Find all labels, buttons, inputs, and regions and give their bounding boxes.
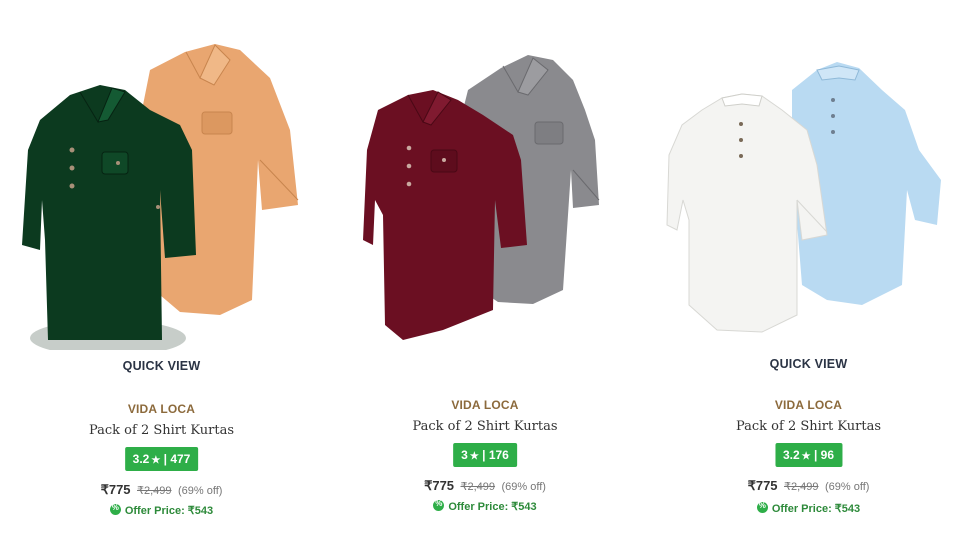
rating-badge: 3 ★ | 176	[453, 443, 517, 467]
product-name[interactable]: Pack of 2 Shirt Kurtas	[647, 419, 970, 434]
mrp-price: ₹2,499	[784, 481, 819, 493]
selling-price: ₹775	[424, 478, 455, 493]
price-line: ₹775 ₹2,499 (69% off)	[0, 481, 323, 499]
product-image-shirts	[666, 62, 941, 333]
product-image-shirts	[363, 55, 600, 340]
rating-value: 3.2	[132, 452, 150, 466]
product-card[interactable]: QUICK VIEW VIDA LOCA Pack of 2 Shirt Kur…	[647, 0, 970, 543]
offer-price: Offer Price: ₹543	[0, 503, 323, 517]
quick-view-button[interactable]: QUICK VIEW	[0, 359, 323, 373]
product-grid: QUICK VIEW VIDA LOCA Pack of 2 Shirt Kur…	[0, 0, 970, 543]
product-name[interactable]: Pack of 2 Shirt Kurtas	[0, 423, 323, 438]
selling-price: ₹775	[747, 478, 778, 493]
offer-badge-icon	[433, 499, 445, 511]
mrp-price: ₹2,499	[137, 485, 172, 497]
mrp-price: ₹2,499	[460, 481, 496, 493]
offer-price-text: Offer Price: ₹543	[448, 501, 537, 513]
offer-price-text: Offer Price: ₹543	[124, 505, 214, 517]
product-image[interactable]	[0, 0, 323, 350]
product-name[interactable]: Pack of 2 Shirt Kurtas	[323, 419, 647, 434]
rating-value: 3	[461, 448, 468, 462]
offer-badge-icon	[109, 503, 121, 515]
product-image[interactable]	[647, 0, 970, 350]
product-card[interactable]: VIDA LOCA Pack of 2 Shirt Kurtas 3 ★ | 17…	[323, 0, 647, 543]
product-image-shirts	[22, 44, 299, 350]
brand-name: VIDA LOCA	[451, 398, 519, 412]
price-line: ₹775 ₹2,499 (69% off)	[647, 477, 970, 495]
rating-count: 96	[820, 448, 835, 462]
offer-price: Offer Price: ₹543	[647, 501, 970, 515]
product-image[interactable]	[323, 0, 647, 350]
rating-value: 3.2	[782, 448, 800, 462]
discount-percent: (69% off)	[501, 481, 546, 493]
rating-count: 477	[170, 452, 191, 466]
product-card[interactable]: QUICK VIEW VIDA LOCA Pack of 2 Shirt Kur…	[0, 0, 323, 543]
quick-view-button[interactable]: QUICK VIEW	[647, 357, 970, 371]
discount-percent: (69% off)	[177, 485, 223, 497]
rating-count: 176	[488, 448, 509, 462]
discount-percent: (69% off)	[824, 481, 870, 493]
brand-name: VIDA LOCA	[774, 398, 843, 412]
front-shirt	[666, 93, 828, 333]
offer-badge-icon	[756, 501, 768, 513]
rating-badge: 3.2 ★ | 96	[774, 443, 843, 467]
star-icon: ★	[801, 451, 811, 462]
rating-badge: 3.2 ★ | 477	[124, 447, 199, 471]
star-icon: ★	[151, 455, 161, 466]
star-icon: ★	[469, 451, 479, 462]
offer-price-text: Offer Price: ₹543	[771, 503, 861, 515]
selling-price: ₹775	[100, 482, 131, 497]
offer-price: Offer Price: ₹543	[323, 499, 647, 513]
brand-name: VIDA LOCA	[127, 402, 196, 416]
price-line: ₹775 ₹2,499 (69% off)	[323, 477, 647, 495]
